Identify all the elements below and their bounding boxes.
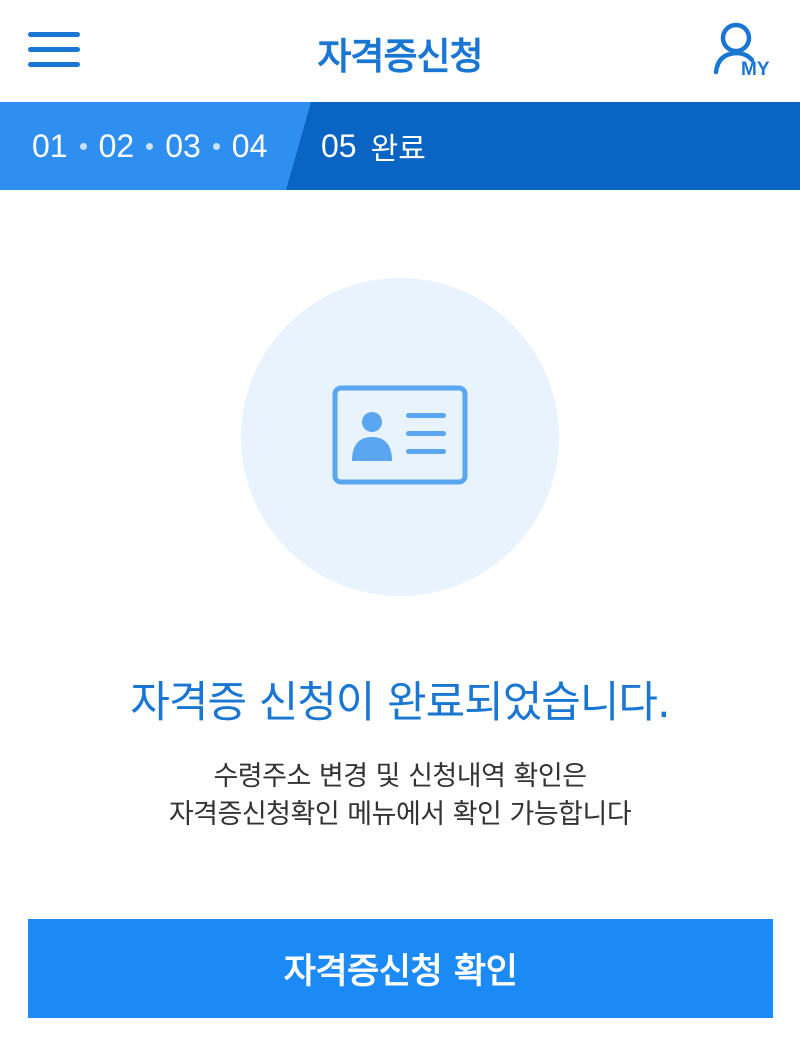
completion-illustration [241,278,559,596]
step-03: 03 [165,127,201,164]
page-title: 자격증신청 [317,35,483,78]
completion-message: 자격증 신청이 완료되었습니다. [130,678,670,728]
completion-description: 수령주소 변경 및 신청내역 확인은 자격증신청확인 메뉴에서 확인 가능합니다 [0,758,800,834]
id-card-icon [332,385,468,485]
description-line-1: 수령주소 변경 및 신청내역 확인은 [213,761,587,792]
my-page-button[interactable]: MY [712,20,778,84]
my-label: MY [741,59,770,80]
check-application-button[interactable]: 자격증신청 확인 [28,919,773,1018]
step-01: 01 [32,127,68,164]
step-02: 02 [98,127,135,164]
step-separator-dot [146,142,154,150]
step-04: 04 [231,127,268,164]
current-step-number: 05 [321,127,357,164]
current-step: 05 완료 [321,102,426,190]
completed-steps: 01 02 03 04 [32,102,267,190]
description-line-2: 자격증신청확인 메뉴에서 확인 가능합니다 [168,799,632,830]
app-header: 자격증신청 MY [0,0,800,102]
current-step-label: 완료 [370,132,426,167]
step-separator-dot [212,142,220,150]
step-progress-bar: 01 02 03 04 05 완료 [0,102,800,190]
step-separator-dot [79,142,87,150]
page: 자격증신청 MY 01 02 03 04 05 완료 자격증 신청이 완료되었습… [0,0,800,1053]
